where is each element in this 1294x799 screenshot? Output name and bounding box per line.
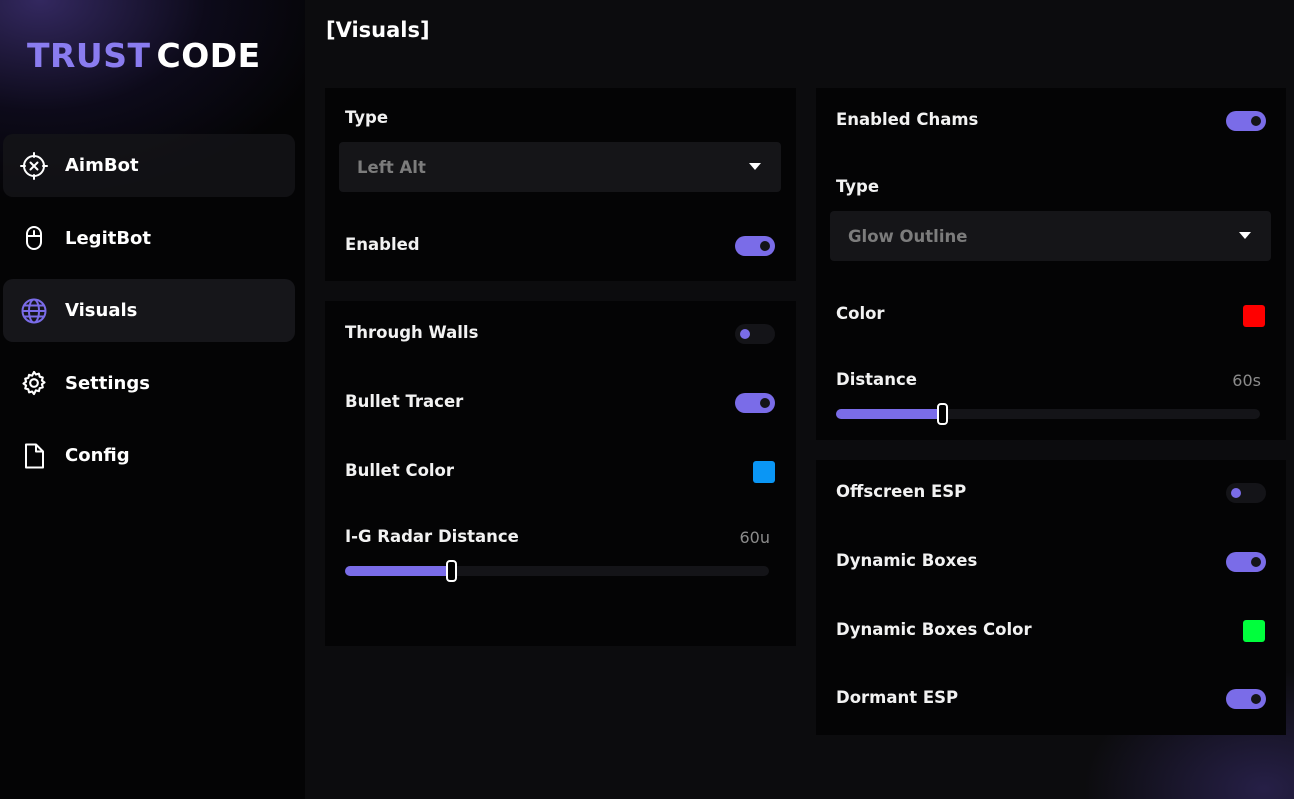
chams-distance-value: 60s <box>1232 371 1261 390</box>
chams-color-swatch[interactable] <box>1243 305 1265 327</box>
enabled-label: Enabled <box>345 235 420 254</box>
mouse-icon <box>20 224 48 252</box>
enabled-toggle[interactable] <box>735 236 775 256</box>
sidebar-item-settings[interactable]: Settings <box>3 352 295 415</box>
toggle-knob <box>760 398 770 408</box>
bullet-tracer-label: Bullet Tracer <box>345 392 464 411</box>
radar-distance-value: 60u <box>739 528 771 547</box>
offscreen-esp-label: Offscreen ESP <box>836 482 967 501</box>
toggle-knob <box>1251 557 1261 567</box>
globe-icon <box>20 297 48 325</box>
type-select[interactable]: Left Alt <box>339 142 781 192</box>
chams-panel: Enabled Chams Type Glow Outline Color Di… <box>816 88 1286 440</box>
chams-distance-label: Distance <box>836 370 917 389</box>
type-panel: Type Left Alt Enabled <box>325 88 796 281</box>
dormant-esp-label: Dormant ESP <box>836 688 959 707</box>
bullet-tracer-toggle[interactable] <box>735 393 775 413</box>
chams-type-select[interactable]: Glow Outline <box>830 211 1271 261</box>
radar-distance-label: I-G Radar Distance <box>345 527 519 546</box>
chams-type-select-value: Glow Outline <box>848 226 968 246</box>
bullet-color-label: Bullet Color <box>345 461 455 480</box>
enabled-chams-toggle[interactable] <box>1226 111 1266 131</box>
toggle-knob <box>760 241 770 251</box>
brand-logo-part1: TRUST <box>27 36 151 75</box>
chams-distance-slider[interactable] <box>836 403 1260 425</box>
toggle-knob <box>1251 116 1261 126</box>
enabled-chams-label: Enabled Chams <box>836 110 979 129</box>
effects-panel: Through Walls Bullet Tracer Bullet Color… <box>325 301 796 646</box>
toggle-knob <box>1251 694 1261 704</box>
slider-fill <box>345 566 451 576</box>
sidebar-item-label: LegitBot <box>65 227 152 249</box>
gear-icon <box>20 369 48 397</box>
dormant-esp-toggle[interactable] <box>1226 689 1266 709</box>
dynamic-boxes-label: Dynamic Boxes <box>836 551 978 570</box>
sidebar-item-label: Config <box>65 445 130 466</box>
dynamic-boxes-color-label: Dynamic Boxes Color <box>836 620 1032 639</box>
sidebar-item-aimbot[interactable]: AimBot <box>3 134 295 197</box>
radar-distance-slider[interactable] <box>345 560 769 582</box>
file-icon <box>20 442 48 470</box>
crosshair-icon <box>20 151 48 180</box>
slider-handle[interactable] <box>446 560 457 582</box>
sidebar-item-label: Settings <box>65 372 150 394</box>
through-walls-label: Through Walls <box>345 323 479 342</box>
sidebar-item-label: AimBot <box>65 155 139 176</box>
toggle-knob <box>740 329 750 339</box>
brand-logo: TRUST CODE <box>27 36 261 75</box>
esp-panel: Offscreen ESP Dynamic Boxes Dynamic Boxe… <box>816 460 1286 735</box>
chams-type-label: Type <box>836 177 880 196</box>
brand-logo-part2: CODE <box>156 36 261 75</box>
sidebar-item-config[interactable]: Config <box>3 424 295 487</box>
dynamic-boxes-color-swatch[interactable] <box>1243 620 1265 642</box>
page-title: [Visuals] <box>326 18 430 42</box>
sidebar-item-label: Visuals <box>65 300 138 321</box>
sidebar-nav: AimBot LegitBot Visuals Settings Config <box>3 134 295 497</box>
sidebar: TRUST CODE AimBot LegitBot Visuals Setti… <box>0 0 305 799</box>
caret-down-icon <box>749 163 761 170</box>
sidebar-item-visuals[interactable]: Visuals <box>3 279 295 342</box>
sidebar-item-legitbot[interactable]: LegitBot <box>3 207 295 270</box>
chams-color-label: Color <box>836 304 885 323</box>
slider-fill <box>836 409 942 419</box>
toggle-knob <box>1231 488 1241 498</box>
dynamic-boxes-toggle[interactable] <box>1226 552 1266 572</box>
slider-handle[interactable] <box>937 403 948 425</box>
through-walls-toggle[interactable] <box>735 324 775 344</box>
caret-down-icon <box>1239 232 1251 239</box>
bullet-color-swatch[interactable] <box>753 461 775 483</box>
type-label: Type <box>345 108 389 127</box>
type-select-value: Left Alt <box>357 157 426 177</box>
offscreen-esp-toggle[interactable] <box>1226 483 1266 503</box>
